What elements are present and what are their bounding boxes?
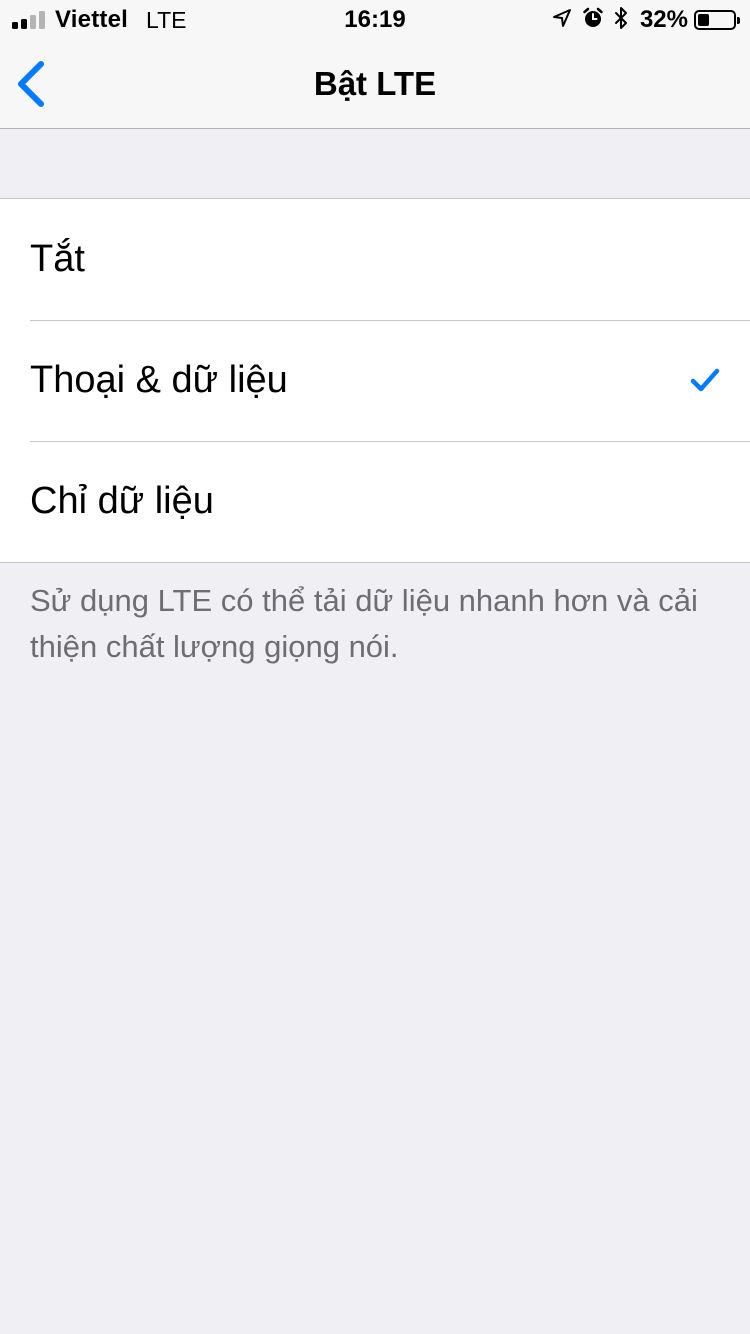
option-voice-and-data[interactable]: Thoại & dữ liệu <box>0 320 750 441</box>
alarm-clock-icon <box>582 7 604 34</box>
battery-icon <box>694 10 740 30</box>
bluetooth-icon <box>614 6 628 35</box>
battery-fill <box>698 14 709 26</box>
option-data-only[interactable]: Chỉ dữ liệu <box>0 441 750 562</box>
option-label: Tắt <box>30 238 85 280</box>
battery-percent: 32% <box>639 6 688 33</box>
option-off[interactable]: Tắt <box>0 199 750 320</box>
status-bar: Viettel LTE 16:19 32% <box>0 0 750 40</box>
checkmark-icon <box>690 368 720 392</box>
page-title: Bật LTE <box>313 65 437 102</box>
location-arrow-icon <box>552 8 572 33</box>
section-footer-description: Sử dụng LTE có thể tải dữ liệu nhanh hơn… <box>30 583 698 664</box>
navigation-bar: Bật LTE <box>0 40 750 129</box>
status-right: 32% <box>542 6 740 35</box>
battery-nub <box>737 17 740 24</box>
option-label: Chỉ dữ liệu <box>30 480 214 522</box>
option-label: Thoại & dữ liệu <box>30 359 288 401</box>
lte-options-list: Tắt Thoại & dữ liệu Chỉ dữ liệu <box>0 198 750 563</box>
